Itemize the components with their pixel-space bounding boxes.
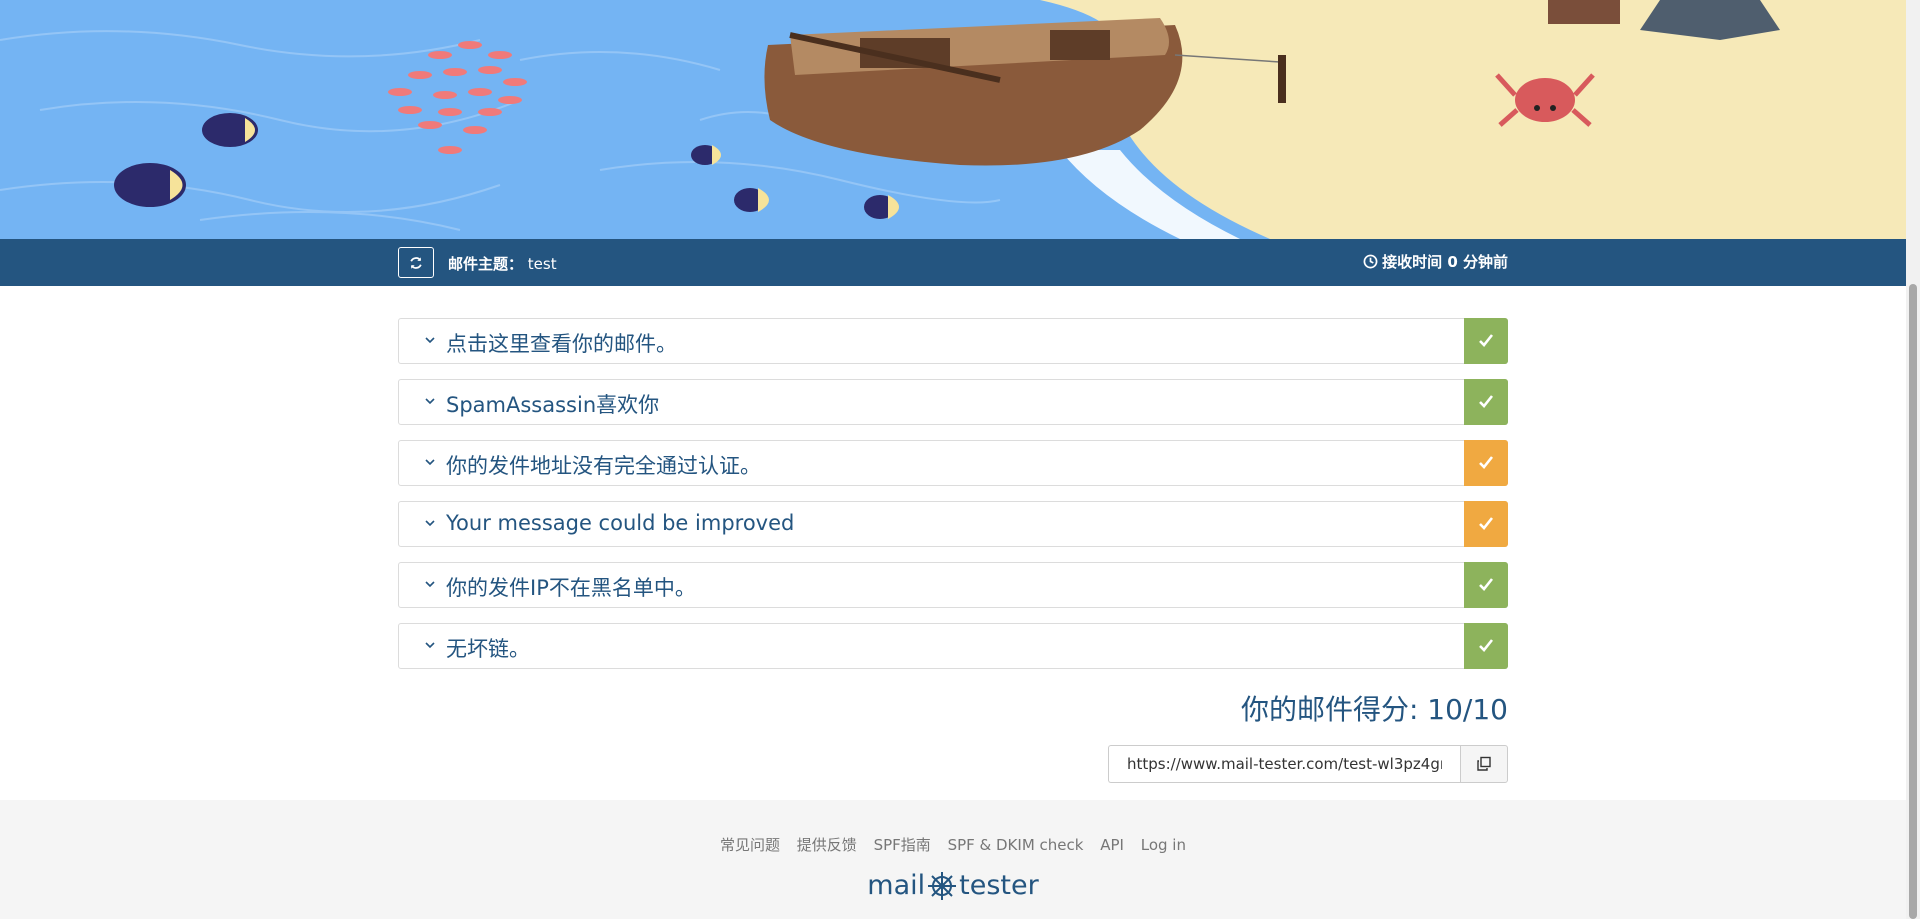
scrollbar-thumb[interactable] — [1909, 284, 1917, 919]
check-icon — [1479, 578, 1494, 591]
logo-text-right: tester — [959, 870, 1039, 901]
mail-tester-logo[interactable]: mail tester — [0, 870, 1906, 901]
status-badge — [1464, 379, 1508, 425]
page-scrollbar[interactable] — [1906, 0, 1920, 919]
received-time: 接收时间 0 分钟前 — [1363, 251, 1508, 272]
received-text: 接收时间 0 分钟前 — [1382, 253, 1508, 271]
clock-icon — [1363, 254, 1378, 269]
footer: 常见问题 提供反馈 SPF指南 SPF & DKIM check API Log… — [0, 800, 1906, 919]
result-panel[interactable]: 你的发件地址没有完全通过认证。 — [398, 440, 1508, 486]
status-badge — [1464, 440, 1508, 486]
footer-link-feedback[interactable]: 提供反馈 — [797, 836, 857, 854]
result-title: SpamAssassin喜欢你 — [446, 393, 660, 417]
check-icon — [1479, 395, 1494, 408]
result-panel[interactable]: Your message could be improved — [398, 501, 1508, 547]
copy-button[interactable] — [1460, 745, 1508, 783]
footer-links: 常见问题 提供反馈 SPF指南 SPF & DKIM check API Log… — [0, 834, 1906, 855]
footer-link-spf-guide[interactable]: SPF指南 — [874, 836, 931, 854]
subject-bar: 邮件主题： test 接收时间 0 分钟前 — [0, 239, 1906, 286]
result-panel[interactable]: SpamAssassin喜欢你 — [398, 379, 1508, 425]
refresh-icon — [410, 256, 422, 269]
result-title: 你的发件IP不在黑名单中。 — [446, 576, 696, 600]
chevron-down-icon — [425, 642, 435, 649]
result-title: 你的发件地址没有完全通过认证。 — [446, 454, 761, 478]
result-list: 点击这里查看你的邮件。 SpamAssassin喜欢你 你的发件地址没有完全通过… — [398, 318, 1508, 684]
status-badge — [1464, 623, 1508, 669]
result-panel[interactable]: 点击这里查看你的邮件。 — [398, 318, 1508, 364]
copy-icon — [1477, 756, 1491, 771]
status-badge — [1464, 562, 1508, 608]
subject-label: 邮件主题： — [448, 255, 524, 273]
chevron-down-icon — [425, 459, 435, 466]
share-url-group — [1108, 745, 1508, 783]
subject-value: test — [527, 255, 557, 273]
logo-text-left: mail — [867, 870, 926, 901]
email-subject: 邮件主题： test — [448, 253, 557, 274]
status-badge — [1464, 501, 1508, 547]
chevron-down-icon — [425, 337, 435, 344]
result-panel[interactable]: 无坏链。 — [398, 623, 1508, 669]
status-badge — [1464, 318, 1508, 364]
refresh-button[interactable] — [398, 247, 434, 278]
chevron-down-icon — [425, 398, 435, 405]
chevron-down-icon — [425, 520, 435, 527]
check-icon — [1479, 639, 1494, 652]
footer-link-spf-dkim-check[interactable]: SPF & DKIM check — [948, 836, 1084, 854]
score-heading: 你的邮件得分: 10/10 — [1240, 693, 1508, 726]
result-title: 点击这里查看你的邮件。 — [446, 332, 677, 356]
result-title: Your message could be improved — [446, 511, 795, 535]
check-icon — [1479, 517, 1494, 530]
footer-link-login[interactable]: Log in — [1141, 836, 1186, 854]
footer-link-api[interactable]: API — [1100, 836, 1124, 854]
share-url-input[interactable] — [1108, 745, 1460, 783]
result-title: 无坏链。 — [446, 637, 530, 661]
result-panel[interactable]: 你的发件IP不在黑名单中。 — [398, 562, 1508, 608]
check-icon — [1479, 334, 1494, 347]
chevron-down-icon — [425, 581, 435, 588]
footer-link-faq[interactable]: 常见问题 — [720, 836, 780, 854]
check-icon — [1479, 456, 1494, 469]
ship-wheel-icon — [928, 871, 957, 900]
hero-illustration — [0, 0, 1906, 239]
